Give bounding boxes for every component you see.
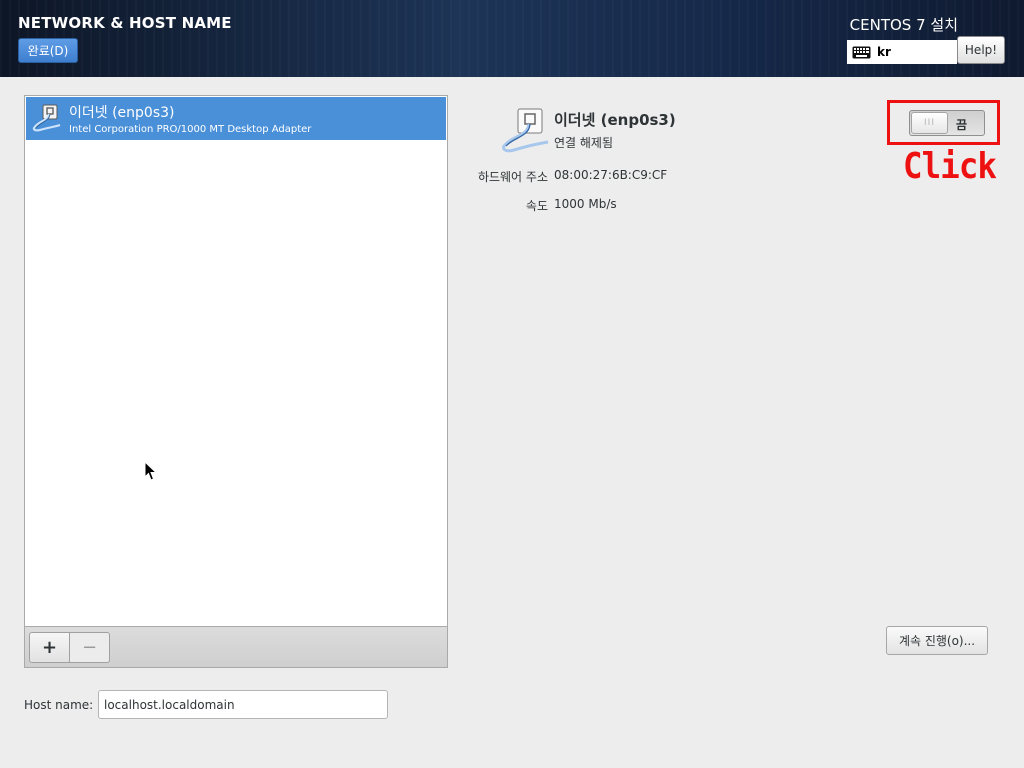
- hardware-address-value: 08:00:27:6B:C9:CF: [554, 168, 668, 182]
- done-button[interactable]: 완료(D): [18, 38, 78, 63]
- product-title: CENTOS 7 설치: [849, 16, 958, 34]
- device-list-item[interactable]: 이더넷 (enp0s3) Intel Corporation PRO/1000 …: [26, 97, 446, 140]
- device-name: 이더넷 (enp0s3): [69, 105, 175, 121]
- device-connection-status: 연결 해제됨: [554, 136, 614, 150]
- add-device-button[interactable]: +: [29, 632, 70, 663]
- remove-device-button[interactable]: −: [69, 632, 110, 663]
- annotation-click-text: Click: [903, 146, 997, 187]
- ethernet-cable-icon: [502, 108, 549, 153]
- network-device-list: 이더넷 (enp0s3) Intel Corporation PRO/1000 …: [24, 95, 448, 627]
- hardware-address-label: 하드웨어 주소: [477, 170, 548, 184]
- keyboard-icon: [852, 46, 871, 58]
- spoke-title: NETWORK & HOST NAME: [18, 14, 232, 32]
- annotation-highlight-box: [887, 100, 1000, 145]
- mouse-pointer-icon: [144, 461, 158, 481]
- device-description: Intel Corporation PRO/1000 MT Desktop Ad…: [69, 124, 312, 135]
- configure-button[interactable]: 계속 진행(o)...: [886, 626, 988, 655]
- host-name-label: Host name:: [24, 698, 94, 712]
- host-name-input[interactable]: [98, 690, 388, 719]
- device-list-toolbar: + −: [24, 626, 448, 668]
- ethernet-cable-icon: [32, 104, 61, 132]
- device-detail-name: 이더넷 (enp0s3): [554, 111, 676, 129]
- speed-label: 속도: [525, 199, 548, 213]
- keyboard-layout-indicator[interactable]: kr: [847, 40, 957, 64]
- header-bar: [0, 0, 1024, 77]
- help-button[interactable]: Help!: [957, 36, 1005, 64]
- speed-value: 1000 Mb/s: [554, 197, 617, 211]
- keyboard-layout-label: kr: [877, 45, 891, 59]
